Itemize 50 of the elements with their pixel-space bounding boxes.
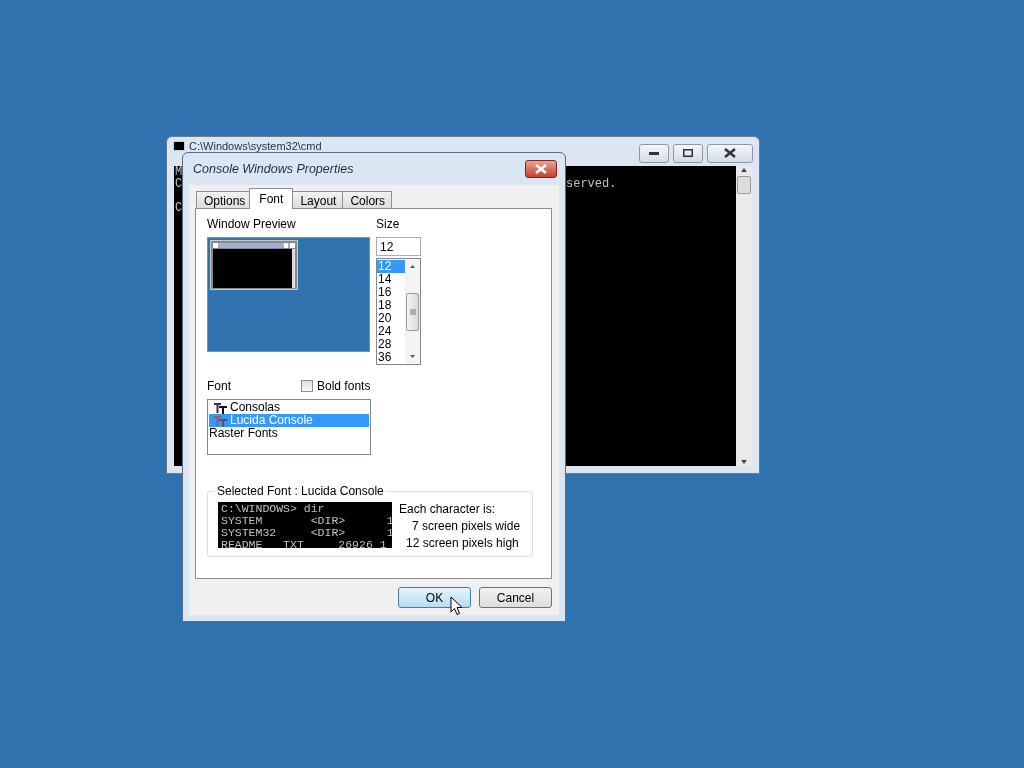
dialog-button[interactable]: OK — [398, 587, 471, 608]
section-label: Size — [376, 217, 401, 231]
list-item[interactable]: Raster Fonts — [209, 427, 369, 440]
size-field[interactable]: 12 — [376, 237, 421, 256]
console-text: M — [175, 166, 183, 178]
tab[interactable]: Colors — [342, 191, 393, 209]
list-item[interactable]: Consolas — [209, 401, 369, 414]
minimize-icon — [649, 151, 659, 155]
bold-fonts-checkbox[interactable]: Bold fonts — [301, 379, 371, 393]
console-text: C — [175, 202, 183, 214]
list-item[interactable]: 16 — [377, 286, 405, 299]
info-text: 12 screen pixels high — [405, 536, 520, 550]
dialog-title: Console Windows Properties — [193, 162, 354, 176]
scrollbar[interactable] — [405, 259, 420, 364]
list-item[interactable]: 18 — [377, 299, 405, 312]
info-text: Each character is: — [399, 502, 497, 516]
close-button[interactable] — [707, 143, 753, 163]
list-item[interactable]: 14 — [377, 273, 405, 286]
group-title: Selected Font : Lucida Console — [215, 484, 386, 498]
tab[interactable]: Font — [249, 188, 294, 209]
font-list[interactable]: Consolas Lucida Console Raster Fonts — [207, 399, 371, 455]
section-label: Window Preview — [207, 217, 297, 231]
tab[interactable]: Layout — [292, 191, 344, 209]
close-icon — [535, 164, 547, 174]
maximize-icon — [683, 149, 693, 157]
list-item[interactable]: 28 — [377, 338, 405, 351]
close-button[interactable] — [525, 160, 557, 178]
cursor-icon — [450, 596, 463, 616]
truetype-icon — [214, 414, 228, 427]
maximize-button[interactable] — [673, 143, 703, 163]
list-item[interactable]: 24 — [377, 325, 405, 338]
console-icon — [173, 141, 185, 151]
console-text: served. — [566, 178, 617, 190]
scroll-up-icon[interactable] — [740, 166, 748, 174]
list-item[interactable]: 20 — [377, 312, 405, 325]
grip-icon — [409, 308, 416, 315]
size-list[interactable]: 12 14 16 18 20 24 28 36 — [376, 258, 421, 365]
list-item[interactable]: 36 — [377, 351, 405, 364]
window-title: C:\Windows\system32\cmd — [189, 139, 322, 153]
info-text: 7 screen pixels wide — [411, 519, 521, 533]
console-text: C — [175, 178, 183, 190]
scroll-thumb[interactable] — [737, 176, 751, 194]
minimize-button[interactable] — [639, 143, 669, 163]
scrollbar[interactable] — [736, 166, 752, 466]
section-label: Font — [207, 379, 231, 393]
dialog-button[interactable]: Cancel — [479, 587, 552, 608]
close-icon — [724, 148, 736, 158]
scroll-down-icon[interactable] — [740, 458, 748, 466]
truetype-icon — [214, 401, 228, 414]
scroll-thumb[interactable] — [406, 292, 419, 331]
